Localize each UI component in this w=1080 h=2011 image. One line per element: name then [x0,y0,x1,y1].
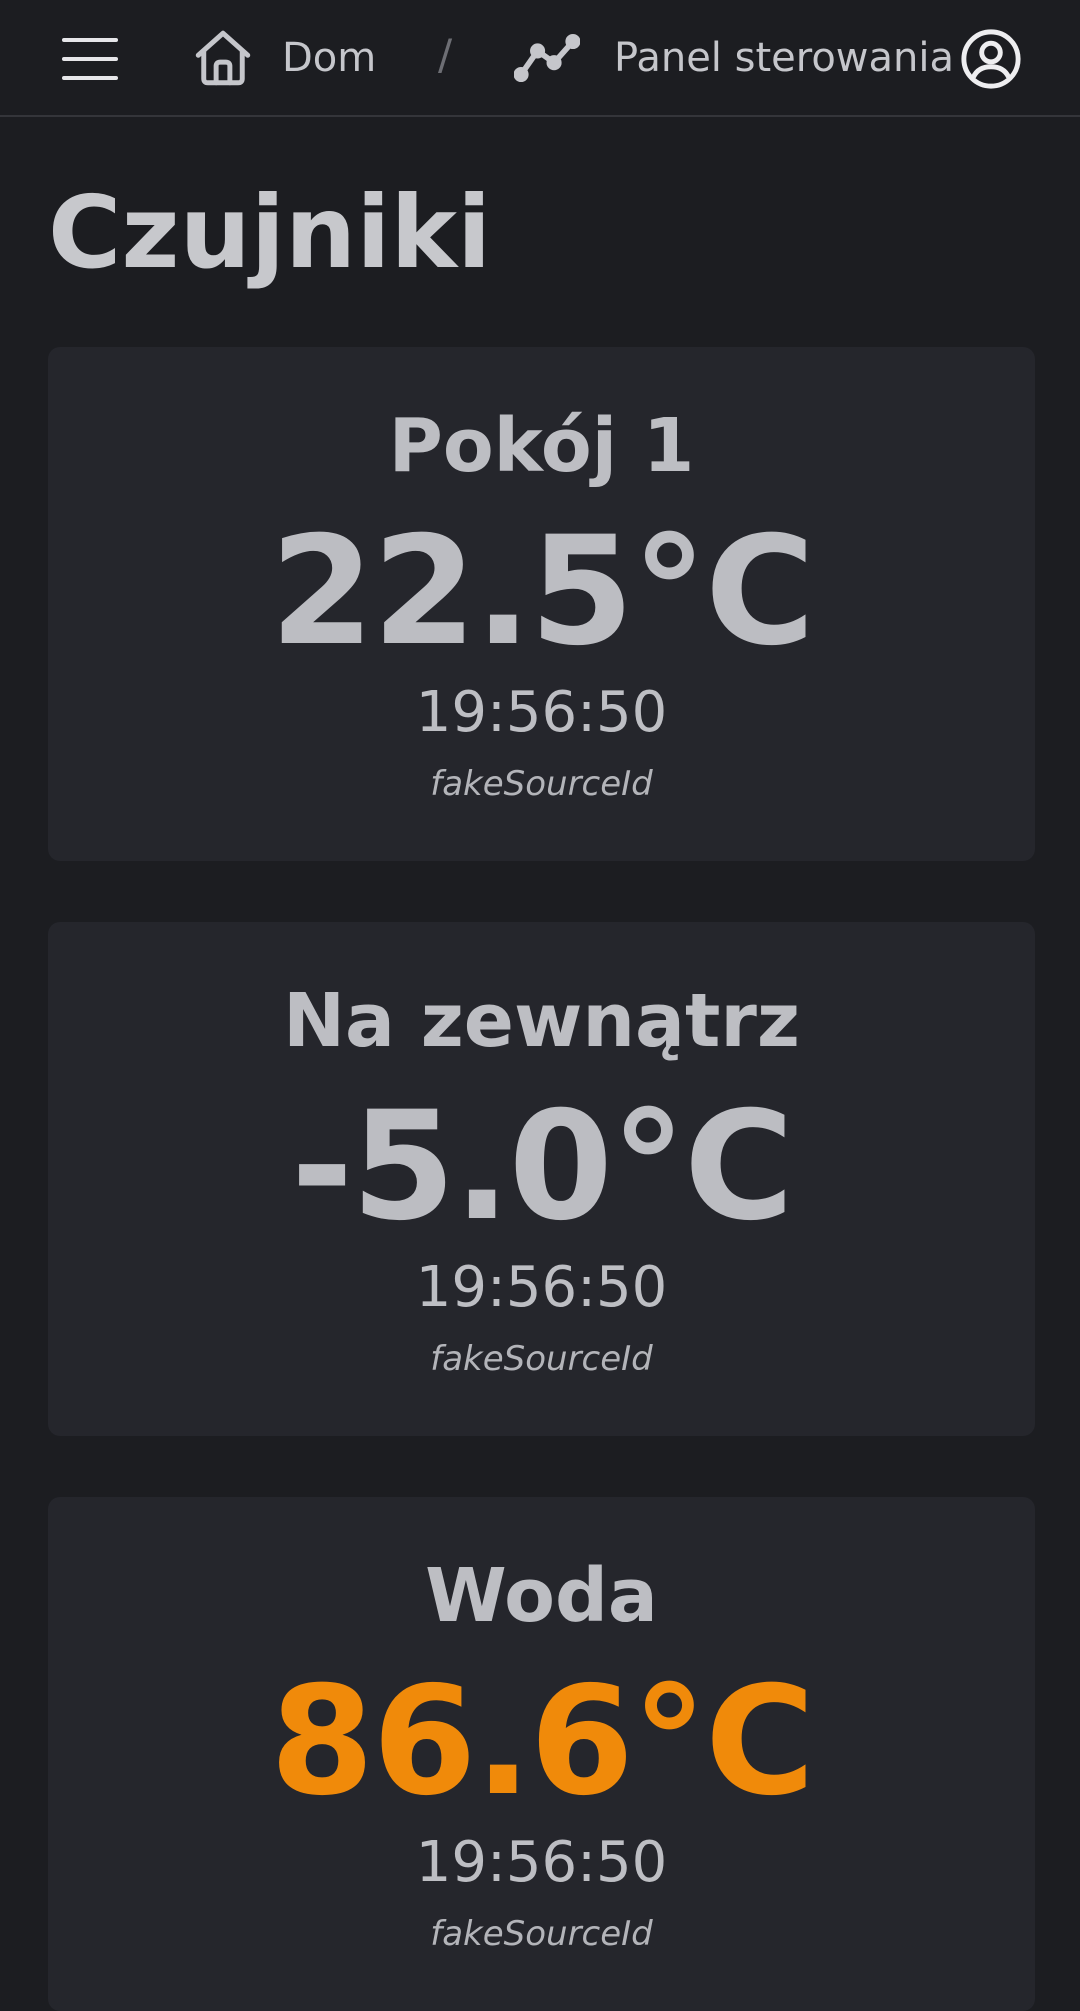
sensor-card-outside: Na zewnątrz -5.0°C 19:56:50 fakeSourceId [48,922,1035,1436]
sensor-timestamp: 19:56:50 [415,1830,668,1895]
breadcrumb-home[interactable]: Dom [190,22,376,94]
breadcrumb-panel[interactable]: Panel sterowania [514,22,954,94]
page-title: Czujniki [48,174,492,291]
sensor-source-id: fakeSourceId [430,764,653,804]
sensor-name: Woda [425,1553,658,1639]
sensor-temperature: 22.5°C [269,505,815,679]
sensor-source-id: fakeSourceId [430,1914,653,1954]
hamburger-menu-icon[interactable] [62,36,118,82]
sensor-name: Na zewnątrz [283,978,800,1064]
sensor-temperature: -5.0°C [290,1080,794,1254]
sensor-timestamp: 19:56:50 [415,680,668,745]
home-icon [195,30,251,86]
sensor-timestamp: 19:56:50 [415,1255,668,1320]
line-chart-icon [514,33,580,83]
sensor-temperature: 86.6°C [269,1655,815,1829]
sensor-card-room1: Pokój 1 22.5°C 19:56:50 fakeSourceId [48,347,1035,861]
top-app-bar: Dom / Panel sterowania [0,0,1080,117]
sensor-source-id: fakeSourceId [430,1339,653,1379]
breadcrumb-separator: / [438,30,453,79]
breadcrumb-current-label: Panel sterowania [614,35,954,81]
breadcrumb-home-label: Dom [282,35,377,81]
account-button[interactable] [960,28,1022,90]
sensor-card-water: Woda 86.6°C 19:56:50 fakeSourceId [48,1497,1035,2011]
account-circle-icon [961,29,1021,89]
sensor-name: Pokój 1 [388,403,695,489]
